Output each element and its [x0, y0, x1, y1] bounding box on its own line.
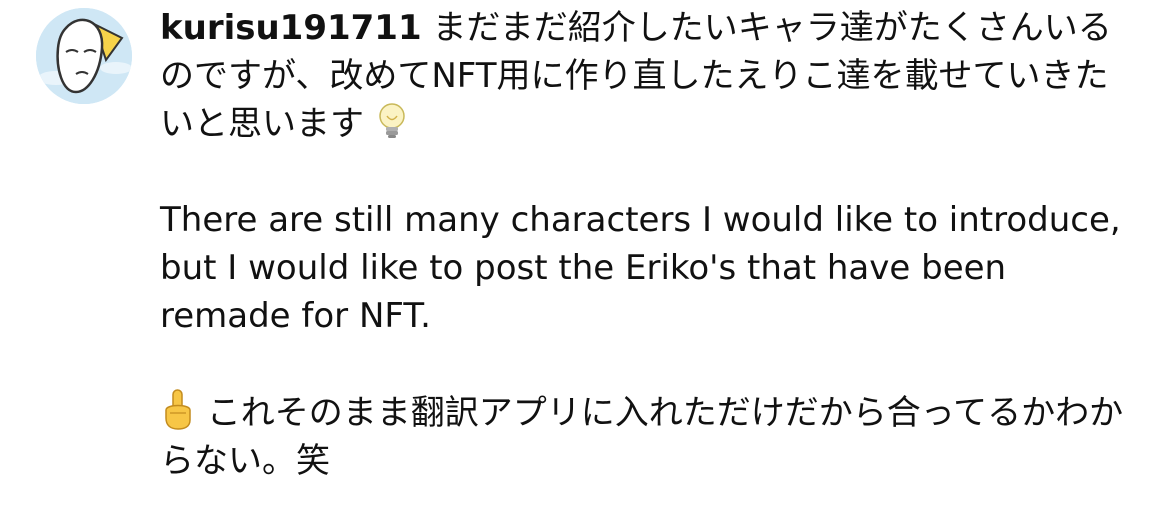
pointing-up-icon — [160, 388, 196, 430]
note-text: これそのまま翻訳アプリに入れただけだから合ってるかわからない。笑 — [160, 393, 1124, 481]
japanese-paragraph: kurisu191711 まだまだ紹介したいキャラ達がたくさんいるのですが、改め… — [160, 4, 1140, 148]
english-paragraph: There are still many characters I would … — [160, 200, 1121, 336]
avatar[interactable] — [36, 8, 132, 104]
note-paragraph: これそのまま翻訳アプリに入れただけだから合ってるかわからない。笑 — [160, 388, 1140, 485]
comment-caption: kurisu191711 まだまだ紹介したいキャラ達がたくさんいるのですが、改め… — [160, 4, 1140, 485]
character-avatar-icon — [36, 8, 132, 104]
light-bulb-icon — [375, 101, 409, 141]
username-link[interactable]: kurisu191711 — [160, 8, 422, 48]
